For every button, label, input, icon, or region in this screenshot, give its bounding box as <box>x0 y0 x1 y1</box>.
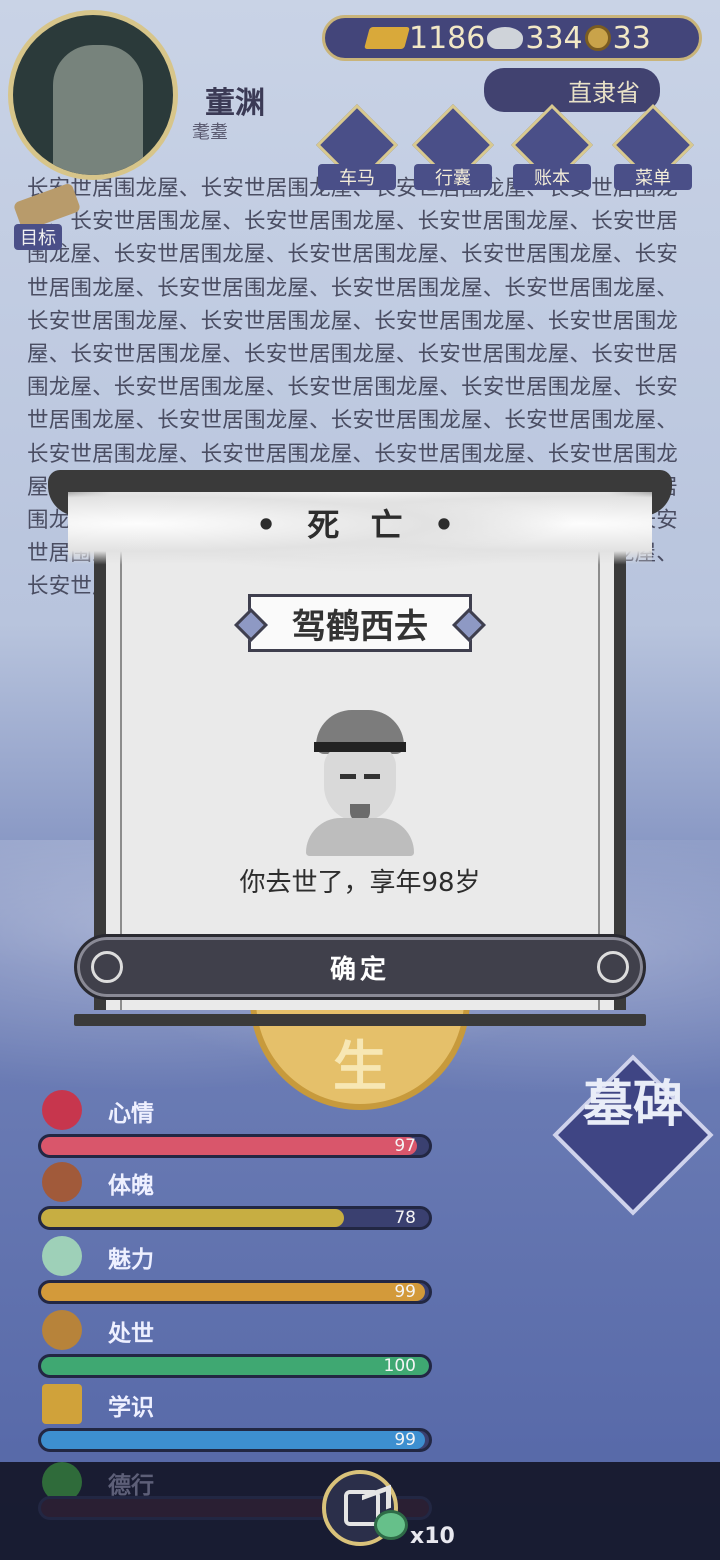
elder-portrait <box>304 710 416 856</box>
ornament-icon <box>597 951 629 983</box>
death-dialog: • 死 亡 • 驾鹤西去 你去世了，享年98岁 确定 <box>48 470 672 1030</box>
portrait-eye <box>364 774 380 779</box>
confirm-label: 确定 <box>329 954 390 985</box>
portrait-headband <box>314 742 406 752</box>
death-message: 你去世了，享年98岁 <box>239 868 481 898</box>
dialog-title: • 死 亡 • <box>255 506 465 544</box>
portrait-eye <box>340 774 356 779</box>
ornament-icon <box>91 951 123 983</box>
confirm-button[interactable]: 确定 <box>74 934 646 1000</box>
death-plaque: 驾鹤西去 <box>248 594 472 652</box>
dialog-base <box>74 1014 646 1026</box>
portrait-body <box>306 818 414 856</box>
